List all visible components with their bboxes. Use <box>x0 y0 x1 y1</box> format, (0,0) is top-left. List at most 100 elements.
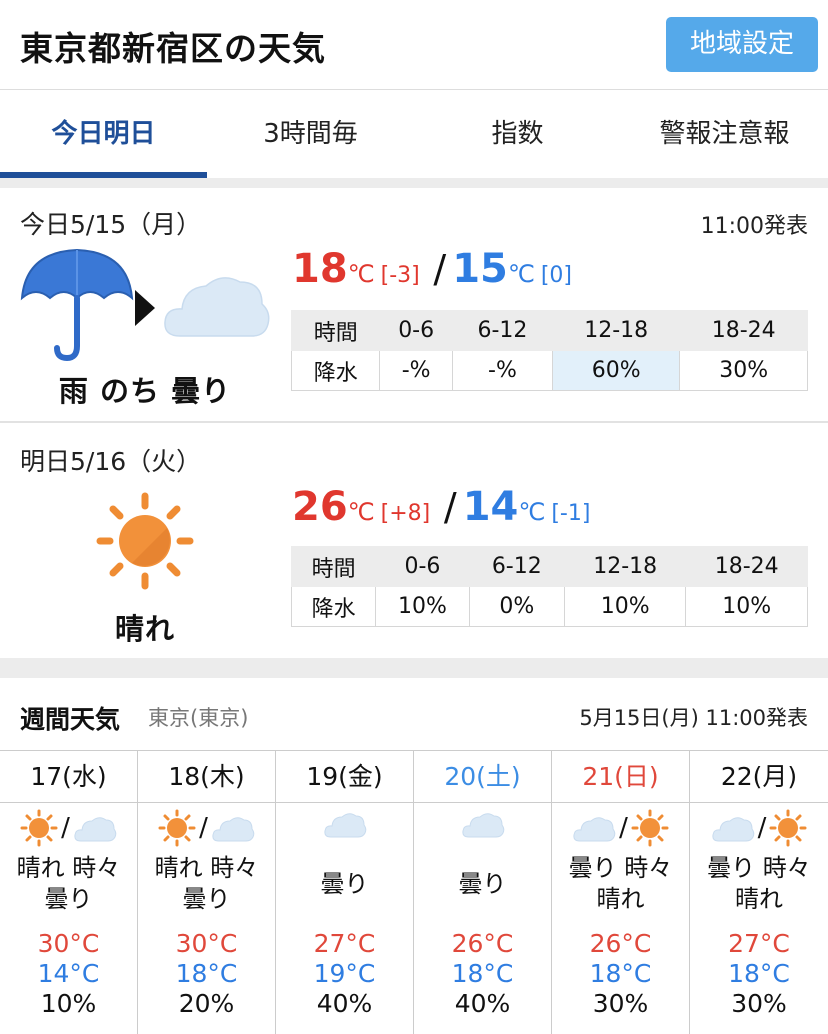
table-header-cell: 0-6 <box>379 310 453 351</box>
weekly-day-column: 21(日) / 曇り 時々 晴れ 26°C 18°C 30% <box>552 751 690 1034</box>
weekly-weather-text-line: 曇り <box>320 870 369 898</box>
table-row-label: 降水 <box>290 586 377 627</box>
weekly-weather-text-line: 晴れ <box>596 885 645 913</box>
weekly-rain-chance: 30% <box>731 989 787 1018</box>
tomorrow-high-diff: [+8] <box>380 501 431 526</box>
weekly-date: 22(月) <box>690 751 828 803</box>
today-low-unit: ℃ <box>507 260 535 288</box>
weekly-weather-text: 晴れ 時々 曇り <box>0 853 137 915</box>
weekly-date: 17(水) <box>0 751 137 803</box>
weekly-weather-icons: / <box>0 809 137 849</box>
weekly-rain-chance: 30% <box>592 989 649 1018</box>
tab-indices[interactable]: 指数 <box>414 90 621 178</box>
table-header-cell: 0-6 <box>375 546 470 587</box>
weekly-high-temp: 27°C <box>313 929 376 958</box>
today-temperatures: 18℃ [-3] /15℃ [0] <box>292 246 572 292</box>
weekly-weather-title: 週間天気 <box>20 705 121 734</box>
weekly-weather-text-line: 晴れ <box>735 885 783 913</box>
weekly-weather-icons <box>414 809 551 849</box>
table-cell: 10% <box>563 586 687 627</box>
cloud-icon <box>711 817 754 842</box>
weekly-weather-text: 曇り <box>414 869 551 900</box>
weekly-day-column: 18(木) / 晴れ 時々 曇り 30°C 18°C 20% <box>138 751 276 1034</box>
weekly-date: 19(金) <box>276 751 413 803</box>
arrow-right-icon <box>135 290 155 326</box>
weekly-weather-icons <box>276 809 413 849</box>
table-cell: 10% <box>375 586 470 627</box>
today-weather-text: 雨 のち 曇り <box>58 374 232 408</box>
weekly-low-temp: 18°C <box>589 959 652 988</box>
weekly-low-temp: 18°C <box>451 959 514 988</box>
weekly-low-temp: 18°C <box>175 959 238 988</box>
day-divider <box>0 421 828 423</box>
table-header-cell: 12-18 <box>563 546 687 587</box>
sun-icon <box>96 492 194 590</box>
tab-today-tomorrow[interactable]: 今日明日 <box>0 90 207 178</box>
today-low-temp: 15 <box>452 246 508 292</box>
table-header-cell: 12-18 <box>551 310 681 351</box>
weekly-low-temp: 14°C <box>37 959 100 988</box>
weekly-weather-text: 曇り 時々 晴れ <box>690 853 828 915</box>
table-cell: -% <box>379 350 453 391</box>
weekly-day-column: 17(水) / 晴れ 時々 曇り 30°C 14°C 10% <box>0 751 138 1034</box>
table-cell-current: 60% <box>551 350 681 391</box>
weekly-weather-text-line: 曇り 時々 <box>568 854 673 882</box>
table-cell: 30% <box>679 350 808 391</box>
icon-separator: / <box>619 813 628 843</box>
today-high-temp: 18 <box>292 246 348 292</box>
temp-separator: / <box>433 247 447 291</box>
tomorrow-low-diff: [-1] <box>551 501 591 526</box>
table-header-cell: 時間 <box>290 546 377 587</box>
weekly-weather-text: 晴れ 時々 曇り <box>138 853 275 915</box>
weekly-weather-text-line: 曇り <box>182 885 231 913</box>
weekly-high-temp: 30°C <box>37 929 100 958</box>
table-cell: 0% <box>468 586 565 627</box>
tomorrow-rain-table: 時間 0-6 6-12 12-18 18-24 降水 10% 0% 10% 10… <box>290 546 808 627</box>
icon-separator: / <box>199 813 208 843</box>
weekly-weather-text-line: 晴れ 時々 <box>16 854 121 882</box>
cloud-icon <box>74 817 117 842</box>
today-high-unit: ℃ <box>347 260 375 288</box>
region-settings-button[interactable]: 地域設定 <box>666 17 818 72</box>
today-low-diff: [0] <box>540 263 572 288</box>
icon-separator: / <box>61 813 70 843</box>
temp-separator: / <box>443 485 457 529</box>
sun-icon <box>631 809 669 847</box>
weekly-weather-icons: / <box>138 809 275 849</box>
table-header-cell: 18-24 <box>679 310 808 351</box>
tab-3-hourly[interactable]: 3時間毎 <box>207 90 414 178</box>
tomorrow-high-temp: 26 <box>292 484 348 530</box>
tab-warnings[interactable]: 警報注意報 <box>621 90 828 178</box>
table-cell: -% <box>451 350 553 391</box>
weekly-low-temp: 19°C <box>313 959 376 988</box>
table-row-label: 降水 <box>290 350 381 391</box>
weekly-weather-text-line: 曇り <box>458 870 507 898</box>
weekly-day-column: 19(金) 曇り 27°C 19°C 40% <box>276 751 414 1034</box>
weekly-date: 20(土) <box>414 751 551 803</box>
weekly-forecast-grid: 17(水) / 晴れ 時々 曇り 30°C 14°C 10% 18(木) / 晴れ 時々 曇り 30°… <box>0 750 828 1034</box>
weekly-weather-text-line: 曇り 時々 <box>707 854 811 882</box>
cloud-icon <box>573 817 616 842</box>
today-date-label: 今日5/15（月） <box>20 210 202 239</box>
icon-separator: / <box>757 813 767 843</box>
weekly-weather-icons: / <box>690 809 828 849</box>
weekly-high-temp: 27°C <box>728 929 790 958</box>
weekly-date: 18(木) <box>138 751 275 803</box>
weekly-weather-text: 曇り <box>276 869 413 900</box>
section-separator <box>0 178 828 188</box>
page-title: 東京都新宿区の天気 <box>20 29 326 68</box>
section-separator <box>0 658 828 678</box>
weekly-day-column: 20(土) 曇り 26°C 18°C 40% <box>414 751 552 1034</box>
weekly-area-label: 東京(東京) <box>148 706 249 730</box>
sun-icon <box>158 809 196 847</box>
table-header-cell: 18-24 <box>685 546 808 587</box>
weekly-day-column: 22(月) / 曇り 時々 晴れ 27°C 18°C 30% <box>690 751 828 1034</box>
tomorrow-temperatures: 26℃ [+8] /14℃ [-1] <box>292 484 590 530</box>
weekly-date: 21(日) <box>552 751 689 803</box>
weekly-rain-chance: 40% <box>316 989 373 1018</box>
today-announce-time: 11:00発表 <box>700 214 808 239</box>
tomorrow-weather-text: 晴れ <box>114 612 175 646</box>
cloud-icon <box>461 813 504 838</box>
table-cell: 10% <box>685 586 808 627</box>
cloud-icon <box>164 277 270 337</box>
